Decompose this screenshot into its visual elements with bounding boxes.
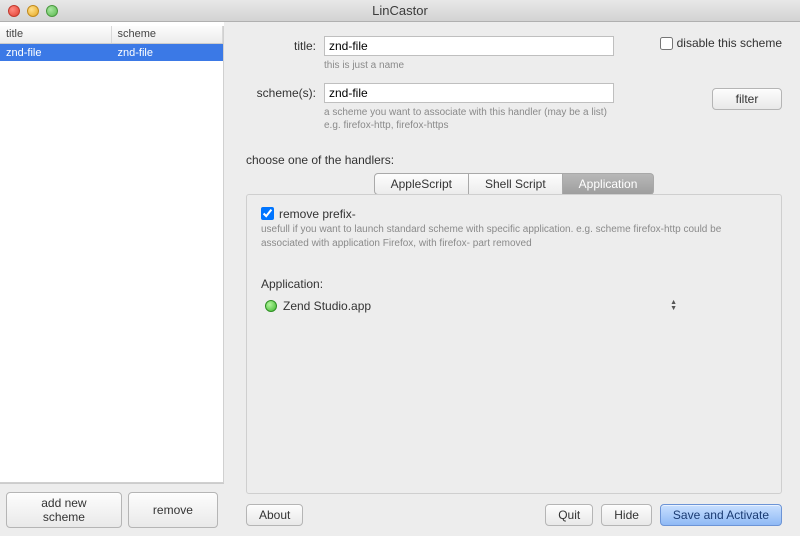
main-panel: disable this scheme title: this is just …: [224, 22, 800, 536]
remove-prefix-label: remove prefix-: [279, 207, 356, 221]
handler-panel: remove prefix- usefull if you want to la…: [246, 194, 782, 495]
quit-button[interactable]: Quit: [545, 504, 593, 526]
application-select[interactable]: Zend Studio.app ▲▼: [261, 297, 681, 315]
remove-prefix-checkbox[interactable]: [261, 207, 274, 220]
tab-shellscript[interactable]: Shell Script: [469, 173, 563, 195]
title-input[interactable]: [324, 36, 614, 56]
scheme-label: scheme(s):: [246, 86, 316, 100]
footer: About Quit Hide Save and Activate: [246, 494, 782, 526]
tab-application[interactable]: Application: [563, 173, 655, 195]
scheme-list[interactable]: title scheme znd-file znd-file: [0, 26, 224, 483]
tab-applescript[interactable]: AppleScript: [374, 173, 469, 195]
sidebar-buttons: add new scheme remove: [0, 483, 224, 536]
window-titlebar: LinCastor: [0, 0, 800, 22]
handlers-label: choose one of the handlers:: [246, 153, 782, 167]
filter-button[interactable]: filter: [712, 88, 782, 110]
column-title[interactable]: title: [0, 26, 112, 43]
column-scheme[interactable]: scheme: [112, 26, 224, 43]
hide-button[interactable]: Hide: [601, 504, 652, 526]
app-icon: [265, 300, 277, 312]
disable-scheme-wrap: disable this scheme: [660, 36, 782, 50]
scheme-input[interactable]: [324, 83, 614, 103]
about-button[interactable]: About: [246, 504, 303, 526]
cell-title: znd-file: [0, 46, 112, 60]
remove-scheme-button[interactable]: remove: [128, 492, 218, 528]
cell-scheme: znd-file: [112, 46, 224, 60]
add-scheme-button[interactable]: add new scheme: [6, 492, 122, 528]
title-hint: this is just a name: [324, 59, 782, 73]
list-header: title scheme: [0, 26, 223, 44]
disable-scheme-checkbox[interactable]: [660, 37, 673, 50]
remove-prefix-hint: usefull if you want to launch standard s…: [261, 223, 767, 251]
save-activate-button[interactable]: Save and Activate: [660, 504, 782, 526]
disable-scheme-label: disable this scheme: [677, 36, 782, 50]
list-row[interactable]: znd-file znd-file: [0, 44, 223, 61]
handler-tabs: AppleScript Shell Script Application: [246, 173, 782, 195]
window-title: LinCastor: [0, 3, 800, 18]
application-label: Application:: [261, 277, 767, 291]
title-label: title:: [246, 39, 316, 53]
application-value: Zend Studio.app: [283, 299, 371, 313]
sidebar: title scheme znd-file znd-file add new s…: [0, 22, 224, 536]
chevron-updown-icon: ▲▼: [670, 300, 677, 312]
